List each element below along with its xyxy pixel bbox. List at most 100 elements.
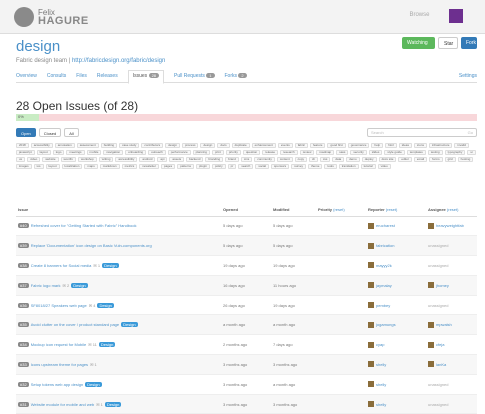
label-chip[interactable]: demo [346,157,360,162]
issue-tag[interactable]: Design [102,262,119,268]
issue-title-link[interactable]: Website module for mobile and web [31,402,95,407]
label-chip[interactable]: release [262,150,279,155]
site-logo[interactable]: Felix HAGURE [14,7,89,27]
user-avatar[interactable] [449,9,463,23]
label-chip[interactable]: 2018 [16,143,29,148]
label-chip[interactable]: search [238,164,254,169]
col-opened[interactable]: Opened [221,203,271,217]
label-chip[interactable]: good first [327,143,346,148]
label-chip[interactable]: css [319,157,331,162]
filter-open-button[interactable]: Open [16,128,36,137]
search-go-button[interactable]: Go [468,130,473,135]
label-chip[interactable]: brand [225,157,239,162]
repo-title[interactable]: design [16,38,165,55]
label-chip[interactable]: tools [324,164,337,169]
assignee-name[interactable]: heavyweightfab [436,223,464,228]
label-chip[interactable]: duplicate [231,143,250,148]
label-chip[interactable]: localization [61,164,83,169]
label-chip[interactable]: social [255,164,269,169]
issue-tag[interactable]: Design [71,282,88,288]
tab-issues[interactable]: Issues 28 [127,69,165,84]
tab-files[interactable]: Files [76,73,87,79]
reporter-name[interactable]: fabrication [376,243,394,248]
label-chip[interactable]: question [242,150,261,155]
label-chip[interactable]: forms [429,157,443,162]
issue-tag[interactable]: Design [98,342,116,348]
label-chip[interactable]: outreach [148,150,166,155]
label-chip[interactable]: help [371,143,384,148]
issue-title-link[interactable]: Mockup icon request for Mobile [31,342,87,347]
label-chip[interactable]: roadmap [316,150,335,155]
reporter-name[interactable]: shelly [376,402,386,407]
label-chip[interactable]: testing [427,150,443,155]
reporter-name[interactable]: shelly [376,382,386,387]
label-chip[interactable]: enhancement [251,143,276,148]
label-chip[interactable]: metrics [121,164,138,169]
nav-browse-link[interactable]: Browse [409,12,429,18]
label-chip[interactable]: cms [240,157,253,162]
col-priority[interactable]: Priority (reset) [316,203,366,217]
label-chip[interactable]: video [377,164,391,169]
label-chip[interactable]: newsletter [139,164,159,169]
reporter-name[interactable]: erucharest [376,223,395,228]
issue-tag[interactable]: Design [121,322,138,328]
settings-link[interactable]: Settings [459,73,477,79]
label-chip[interactable]: wontfix [60,157,76,162]
label-chip[interactable]: video [27,157,41,162]
label-chip[interactable]: governance [347,143,370,148]
label-chip[interactable]: priority [225,150,241,155]
issue-title-link[interactable]: Setup tokens web app design [31,382,83,387]
label-chip[interactable]: javascript [16,150,35,155]
label-chip[interactable]: style guide [384,150,405,155]
label-chip[interactable]: typography [444,150,466,155]
label-chip[interactable]: docs [217,143,230,148]
label-chip[interactable]: markdown [99,164,120,169]
label-chip[interactable]: logo [52,150,65,155]
reporter-name[interactable]: cyap [376,342,384,347]
col-modified[interactable]: Modified [271,203,316,217]
reporter-name[interactable]: jogamungs [376,322,396,327]
label-chip[interactable]: layout [45,164,60,169]
label-chip[interactable]: copy [294,157,308,162]
label-chip[interactable]: content [276,157,293,162]
label-chip[interactable]: android [139,157,156,162]
label-chip[interactable]: performance [167,150,191,155]
tab-consults[interactable]: Consults [47,73,66,79]
fork-button[interactable]: Fork [461,37,477,49]
label-chip[interactable]: ideas [398,143,412,148]
star-button[interactable]: Star [438,37,458,49]
label-chip[interactable]: layout [36,150,51,155]
label-chip[interactable]: grid [444,157,456,162]
label-chip[interactable]: events [277,143,293,148]
issue-title-link[interactable]: Create 8 banners for Social media [31,263,92,268]
label-chip[interactable]: data [332,157,345,162]
col-reporter[interactable]: Reporter (reset) [366,203,426,217]
label-chip[interactable]: community [254,157,275,162]
label-chip[interactable]: icons [413,143,427,148]
label-chip[interactable]: maps [84,164,98,169]
label-chip[interactable]: accessibility [115,157,138,162]
assignee-name[interactable]: mpwalsh [436,322,452,327]
watch-button[interactable]: Watching [402,37,435,49]
label-chip[interactable]: feature [310,143,326,148]
issue-tag[interactable]: Design [104,401,122,407]
label-chip[interactable]: print [211,150,224,155]
label-chip[interactable]: ui [467,150,476,155]
reporter-name[interactable]: jaymalay [376,283,392,288]
label-chip[interactable]: pr [227,164,237,169]
issue-title-link[interactable]: Replace 'Documentation' icon design on B… [31,243,152,248]
label-chip[interactable]: case study [119,143,140,148]
label-chip[interactable]: patterns [177,164,194,169]
issue-tag[interactable]: Design [85,381,102,387]
label-chip[interactable]: review [299,150,315,155]
label-chip[interactable]: design [200,143,216,148]
issue-title-link[interactable]: Fabric logo mark [31,283,61,288]
label-chip[interactable]: html [385,143,397,148]
label-chip[interactable]: accessibility [30,143,53,148]
issue-search-input[interactable]: Search Go [367,128,477,137]
label-chip[interactable]: mobile [86,150,102,155]
issue-title-link[interactable]: SF8018/27 Speakers web page [31,303,87,308]
issue-title-link[interactable]: Icons upstream theme for pages [31,362,88,367]
label-chip[interactable]: policy [211,164,226,169]
tab-forks[interactable]: Forks 2 [225,72,247,79]
